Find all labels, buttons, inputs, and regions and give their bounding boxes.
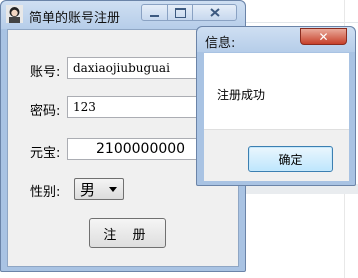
minimize-icon bbox=[150, 14, 159, 17]
dialog-message: 注册成功 bbox=[217, 88, 266, 102]
gender-select[interactable]: 男 bbox=[74, 178, 124, 200]
background-divider bbox=[246, 22, 358, 23]
title-bar[interactable]: 简单的账号注册 bbox=[1, 1, 245, 29]
message-dialog: 信息: ✕ 注册成功 确定 bbox=[196, 26, 356, 186]
dialog-footer: 确定 bbox=[204, 129, 349, 181]
dropdown-arrow-icon bbox=[109, 187, 117, 192]
close-button[interactable] bbox=[192, 4, 237, 21]
password-label: 密码: bbox=[30, 104, 61, 119]
gender-label: 性别: bbox=[30, 185, 61, 200]
app-icon bbox=[6, 5, 23, 23]
dialog-body: 注册成功 bbox=[204, 53, 349, 129]
close-icon: ✕ bbox=[318, 29, 329, 44]
window-title: 简单的账号注册 bbox=[29, 11, 121, 26]
account-label: 账号: bbox=[30, 65, 61, 80]
close-icon bbox=[209, 8, 220, 17]
dialog-close-button[interactable]: ✕ bbox=[300, 28, 347, 45]
gender-value: 男 bbox=[80, 180, 96, 199]
gold-label: 元宝: bbox=[30, 146, 61, 161]
dialog-title: 信息: bbox=[205, 36, 236, 51]
minimize-button[interactable] bbox=[141, 4, 168, 21]
maximize-icon bbox=[174, 7, 186, 18]
ok-button[interactable]: 确定 bbox=[248, 146, 333, 172]
register-button[interactable]: 注 册 bbox=[89, 218, 166, 248]
maximize-button[interactable] bbox=[167, 4, 193, 21]
dialog-title-bar[interactable]: 信息: ✕ bbox=[197, 27, 355, 52]
